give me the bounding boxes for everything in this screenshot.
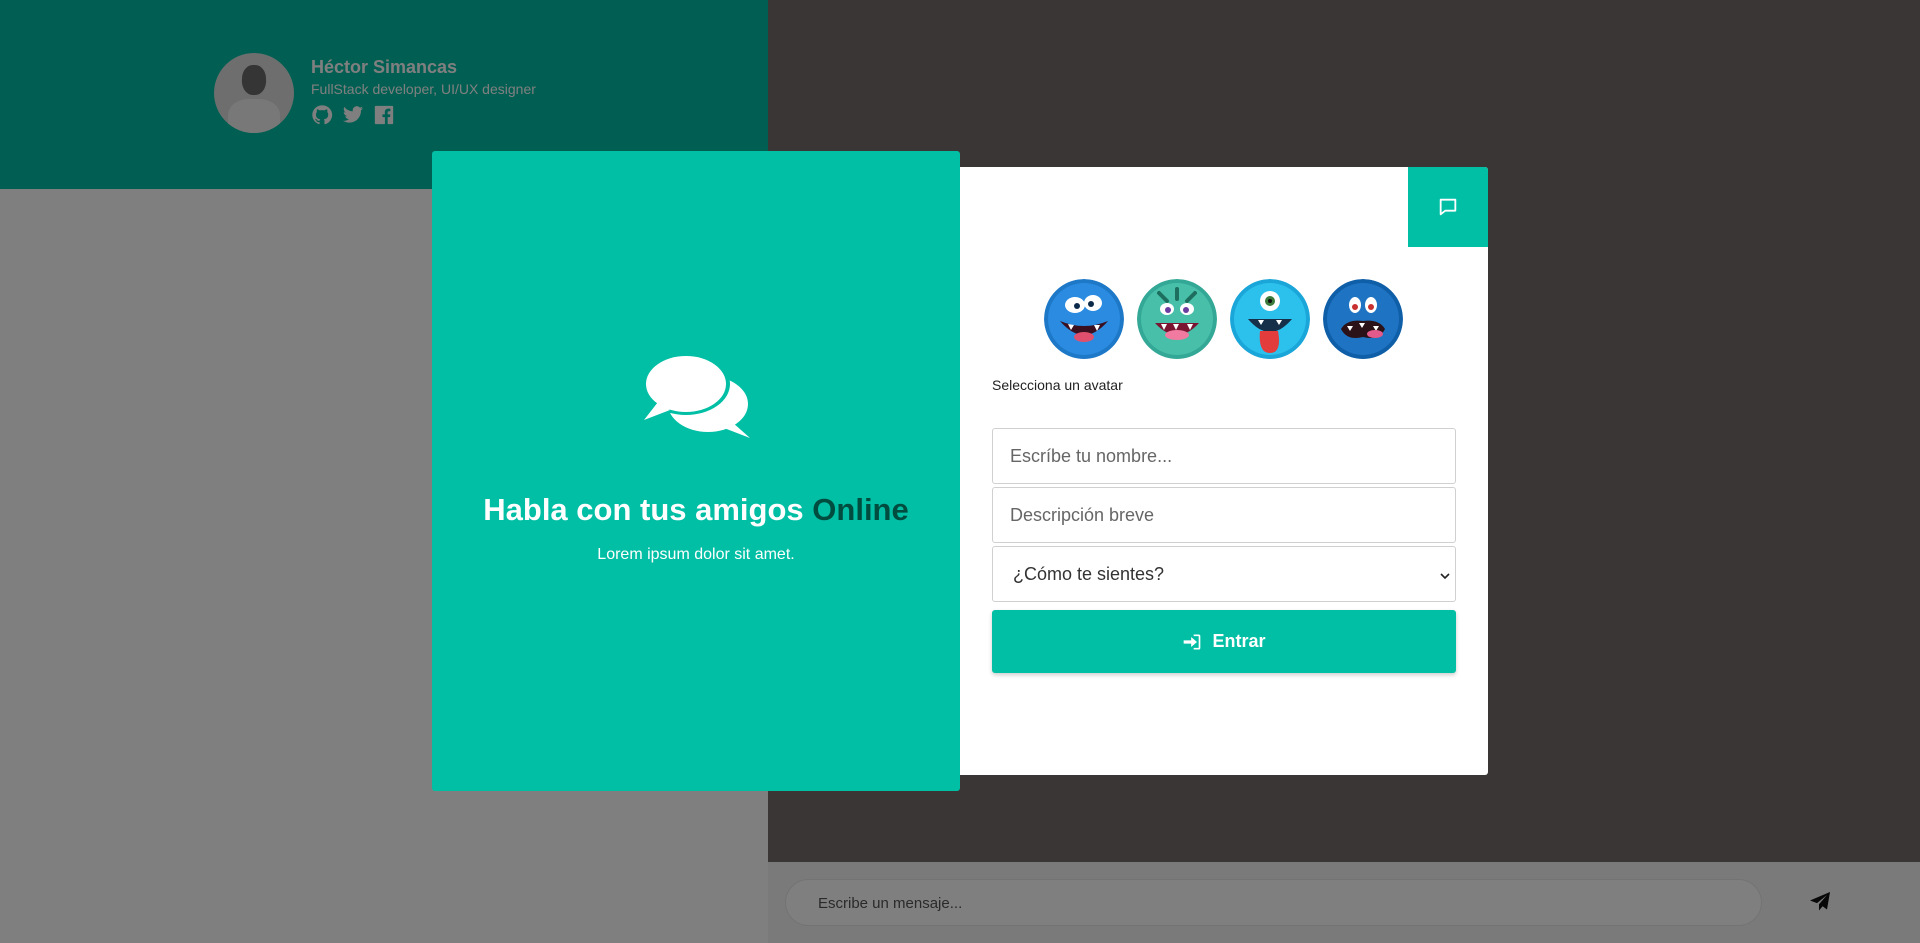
avatar-green-monster[interactable]	[1137, 279, 1217, 359]
avatar-picker	[1044, 279, 1403, 359]
hero-subtitle: Lorem ipsum dolor sit amet.	[597, 546, 795, 563]
welcome-panel	[432, 151, 960, 791]
message-square-icon	[1439, 198, 1457, 216]
hero-title: Habla con tus amigos Online	[432, 492, 960, 528]
hero-title-accent: Online	[812, 492, 909, 527]
enter-button-label: Entrar	[1212, 631, 1266, 651]
enter-button[interactable]: Entrar	[992, 610, 1456, 673]
select-avatar-label: Selecciona un avatar	[992, 377, 1123, 393]
avatar-scared-monster[interactable]	[1323, 279, 1403, 359]
mood-select[interactable]: ¿Cómo te sientes?	[992, 546, 1456, 602]
hero-title-main: Habla con tus amigos	[483, 492, 804, 527]
avatar-blue-monster[interactable]	[1044, 279, 1124, 359]
sign-in-icon	[1184, 634, 1201, 649]
chat-toggle-button[interactable]	[1408, 167, 1488, 247]
avatar-cyclops-monster[interactable]	[1230, 279, 1310, 359]
description-input[interactable]	[992, 487, 1456, 543]
name-input[interactable]	[992, 428, 1456, 484]
comments-icon	[640, 350, 752, 440]
